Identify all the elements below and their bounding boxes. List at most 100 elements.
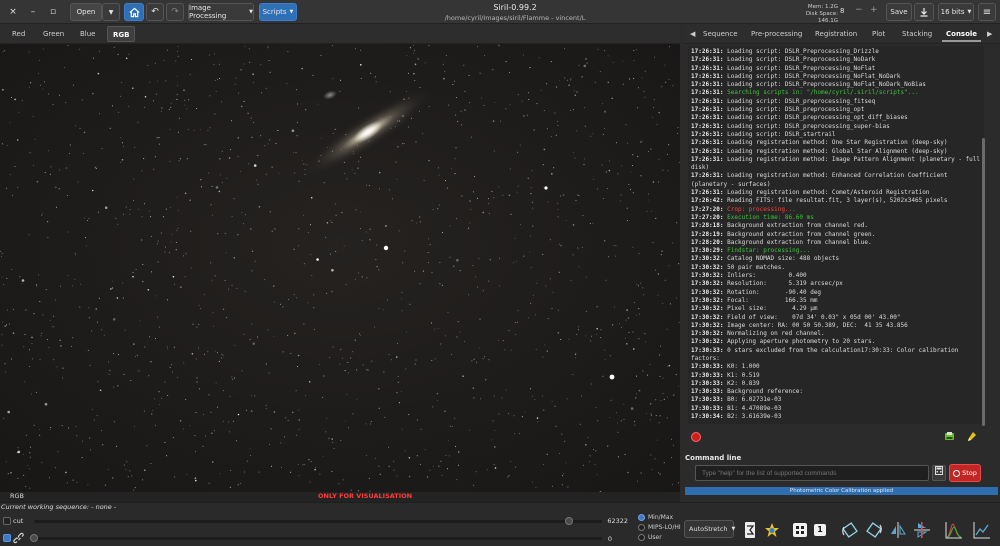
radio-user[interactable] bbox=[638, 534, 645, 541]
redo-button[interactable]: ↷ bbox=[166, 3, 184, 21]
tab-pre-processing[interactable]: Pre-processing bbox=[747, 26, 806, 42]
console-scrollbar[interactable] bbox=[982, 138, 985, 426]
star bbox=[29, 152, 31, 154]
tabs-scroll-left-icon[interactable]: ◀ bbox=[686, 26, 699, 42]
star bbox=[177, 55, 179, 57]
console-line: 17:30:32: Pixel size: 4.29 µm bbox=[691, 305, 981, 313]
image-processing-menu-button[interactable]: Image Processing ▼ bbox=[188, 3, 254, 21]
undo-button[interactable]: ↶ bbox=[146, 3, 164, 21]
stop-button[interactable]: Stop bbox=[949, 464, 981, 482]
link-checkbox[interactable] bbox=[3, 534, 11, 542]
star bbox=[531, 170, 533, 172]
tab-plot[interactable]: Plot bbox=[868, 26, 889, 42]
tabs-scroll-right-icon[interactable]: ▶ bbox=[983, 26, 996, 42]
grid-toggle-button[interactable] bbox=[790, 520, 810, 540]
star bbox=[323, 375, 325, 377]
star bbox=[142, 479, 144, 481]
star bbox=[659, 354, 661, 356]
star bbox=[350, 357, 352, 359]
record-log-icon[interactable] bbox=[691, 432, 701, 442]
star bbox=[12, 308, 14, 310]
threads-minus-button[interactable]: − bbox=[855, 5, 863, 15]
star bbox=[340, 79, 341, 81]
tab-sequence[interactable]: Sequence bbox=[699, 26, 742, 42]
console-log[interactable]: 17:26:31: Loading script: DSLR_Preproces… bbox=[688, 46, 984, 424]
star bbox=[226, 177, 228, 179]
star bbox=[239, 483, 241, 484]
console-line: 17:28:20: Background extraction from cha… bbox=[691, 239, 981, 247]
color-saturation-button[interactable] bbox=[740, 520, 760, 540]
star bbox=[570, 279, 572, 281]
zoom-one-button[interactable]: 1 bbox=[810, 520, 830, 540]
star bbox=[175, 242, 177, 243]
close-window-icon[interactable]: × bbox=[6, 5, 20, 19]
star bbox=[447, 440, 449, 442]
star bbox=[662, 303, 664, 304]
rotate-right-button[interactable] bbox=[864, 520, 884, 540]
star bbox=[346, 394, 348, 395]
recent-files-button[interactable]: ▼ bbox=[102, 3, 120, 21]
statistics-button[interactable] bbox=[972, 520, 992, 540]
histogram-button[interactable] bbox=[944, 520, 964, 540]
command-input[interactable] bbox=[695, 465, 929, 481]
radio-min-max[interactable] bbox=[638, 514, 645, 521]
clear-log-icon[interactable] bbox=[966, 431, 977, 442]
tab-stacking[interactable]: Stacking bbox=[898, 26, 936, 42]
star bbox=[28, 349, 30, 351]
radio-mips[interactable] bbox=[638, 524, 645, 531]
threads-value[interactable]: 8 bbox=[840, 7, 844, 15]
star bbox=[604, 110, 606, 112]
low-threshold-value[interactable]: 0 bbox=[596, 535, 612, 543]
star bbox=[230, 470, 232, 471]
scripts-menu-button[interactable]: Scripts ▼ bbox=[259, 3, 297, 21]
scripts-label: Scripts bbox=[262, 8, 287, 16]
save-button[interactable]: Save bbox=[886, 3, 912, 21]
tab-blue[interactable]: Blue bbox=[75, 26, 101, 42]
restore-window-icon[interactable]: ▫ bbox=[46, 5, 60, 19]
star bbox=[148, 210, 150, 212]
tab-green[interactable]: Green bbox=[38, 26, 69, 42]
tab-registration[interactable]: Registration bbox=[811, 26, 861, 42]
mirror-x-button[interactable] bbox=[888, 520, 908, 540]
star bbox=[510, 461, 512, 463]
threads-plus-button[interactable]: + bbox=[870, 5, 878, 15]
main-menu-button[interactable]: ≡ bbox=[978, 3, 996, 21]
star bbox=[1, 276, 3, 278]
home-button[interactable] bbox=[124, 3, 144, 21]
command-options-button[interactable] bbox=[932, 465, 946, 481]
star bbox=[415, 222, 417, 224]
high-threshold-knob[interactable] bbox=[565, 517, 573, 525]
tab-console[interactable]: Console bbox=[942, 26, 982, 42]
mirror-y-button[interactable] bbox=[912, 520, 932, 540]
star bbox=[595, 450, 597, 452]
low-threshold-slider[interactable] bbox=[34, 537, 602, 540]
minimize-window-icon[interactable]: – bbox=[26, 5, 40, 19]
low-threshold-knob[interactable] bbox=[30, 534, 38, 542]
star bbox=[498, 45, 500, 47]
star-tool-button[interactable] bbox=[762, 520, 782, 540]
cut-checkbox[interactable] bbox=[3, 517, 11, 525]
link-icon[interactable] bbox=[13, 532, 25, 544]
star bbox=[632, 246, 634, 248]
open-button[interactable]: Open bbox=[70, 3, 102, 21]
star bbox=[56, 366, 58, 368]
star bbox=[173, 346, 175, 348]
image-viewport[interactable] bbox=[0, 44, 680, 492]
star bbox=[493, 464, 495, 465]
star bbox=[402, 143, 404, 145]
rotate-left-button[interactable] bbox=[840, 520, 860, 540]
save-as-button[interactable] bbox=[914, 3, 934, 21]
save-log-icon[interactable] bbox=[944, 431, 955, 442]
tab-rgb[interactable]: RGB bbox=[107, 26, 136, 42]
star bbox=[125, 57, 128, 60]
star bbox=[53, 326, 55, 328]
star bbox=[112, 318, 116, 321]
high-threshold-slider[interactable] bbox=[34, 520, 602, 523]
star bbox=[137, 121, 139, 123]
high-threshold-value[interactable]: 62322 bbox=[596, 517, 628, 525]
star bbox=[146, 445, 148, 447]
star bbox=[658, 472, 660, 474]
bitdepth-selector[interactable]: 16 bits ▼ bbox=[938, 3, 974, 21]
display-mode-selector[interactable]: AutoStretch ▼ bbox=[684, 520, 735, 538]
tab-red[interactable]: Red bbox=[7, 26, 30, 42]
